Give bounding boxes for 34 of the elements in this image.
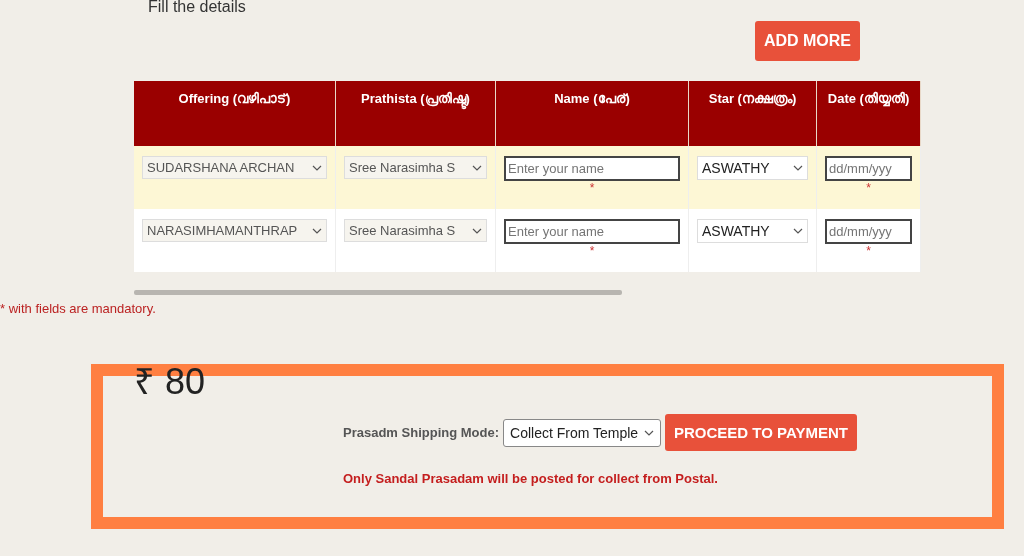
- required-mark: *: [865, 244, 872, 258]
- shipping-note: Only Sandal Prasadam will be posted for collect from Postal.: [343, 471, 719, 486]
- offering-dropdown[interactable]: NARASIMHAMANTHRAP: [142, 219, 327, 242]
- prathista-dropdown[interactable]: Sree Narasimha S: [344, 156, 487, 179]
- section-title: Fill the details: [148, 0, 247, 14]
- chevron-icon: [644, 429, 654, 436]
- required-mark: *: [588, 181, 596, 195]
- star-dropdown[interactable]: ASWATHY: [697, 219, 808, 243]
- prathista-dropdown[interactable]: Sree Narasimha S: [344, 219, 487, 242]
- add-more-button[interactable]: ADD MORE: [754, 21, 860, 61]
- shipping-label: Prasadm Shipping Mode:: [343, 425, 499, 440]
- date-field[interactable]: dd/mm/yyy: [825, 219, 912, 244]
- scrollbar[interactable]: [134, 290, 622, 295]
- column-header: Star (നക്ഷത്രം): [688, 81, 817, 146]
- chevron-icon: [793, 228, 803, 234]
- date-field[interactable]: dd/mm/yyy: [825, 156, 912, 181]
- offering-dropdown[interactable]: SUDARSHANA ARCHAN: [142, 156, 327, 179]
- chevron-icon: [472, 227, 482, 234]
- chevron-icon: [312, 227, 322, 234]
- required-mark: *: [588, 244, 596, 258]
- name-field[interactable]: Enter your name: [504, 219, 680, 244]
- star-dropdown[interactable]: ASWATHY: [697, 156, 808, 180]
- column-header: Offering (വഴിപാട്): [134, 81, 336, 146]
- chevron-icon: [312, 164, 322, 171]
- shipping-dropdown[interactable]: Collect From Temple: [503, 418, 661, 447]
- mandatory-note: * with fields are mandatory.: [0, 301, 157, 316]
- column-header: Date (തിയ്യതി): [816, 81, 921, 146]
- column-header: Prathista (പ്രതിഷ്ട): [335, 81, 496, 146]
- required-mark: *: [865, 181, 872, 195]
- column-header: Name (പേര്): [495, 81, 689, 146]
- chevron-icon: [472, 164, 482, 171]
- proceed-button[interactable]: PROCEED TO PAYMENT: [665, 414, 857, 451]
- name-field[interactable]: Enter your name: [504, 156, 680, 181]
- chevron-icon: [793, 165, 803, 171]
